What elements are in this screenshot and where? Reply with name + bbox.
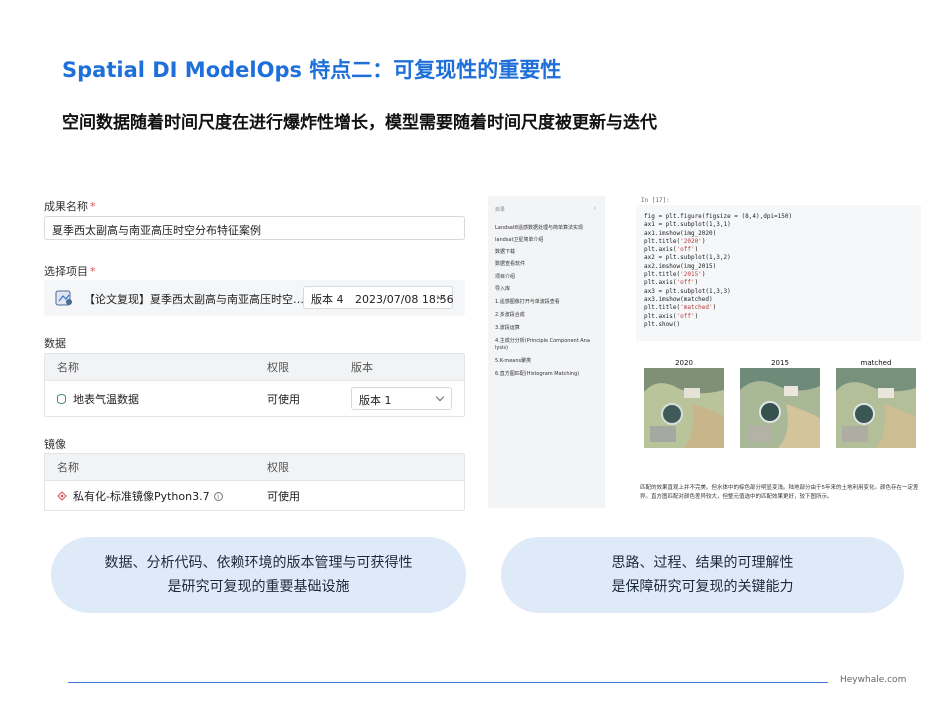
code-line: fig = plt.figure(figsize = (8,4),dpi=150… [644,213,793,220]
project-selector[interactable]: 【论文复现】夏季西太副高与南亚高压时空分布特征案例 版本 4 2023/07/0… [44,280,465,316]
toc-item[interactable]: 项目介绍 [495,273,515,280]
toc-header: 目录 [495,207,506,213]
callout-right-line2: 是保障研究可复现的关键能力 [611,579,794,595]
toc-item[interactable]: lysis) [495,345,508,351]
info-icon[interactable]: i [213,492,223,501]
callout-left-line2: 是研究可复现的重要基础设施 [167,579,350,595]
toc-item[interactable]: 2.多波段合成 [495,311,525,318]
toc-item[interactable]: 1.遥感图像打开与单波段查看 [495,298,560,305]
satellite-image-2015 [740,368,820,448]
toc-item[interactable]: Landsat8遥感数据处理与简单算法实现 [495,224,583,231]
output-note: 匹配的效果直观上并不完美。但水体中的棕色部分明显变浅。陆地部分由于5年来的土地利… [640,485,919,500]
code-cell[interactable]: fig = plt.figure(figsize = (8,4),dpi=150… [636,205,921,341]
code-line: plt.axis('off') [644,246,699,254]
project-file-icon [55,290,72,306]
data-section-label: 数据 [44,337,66,350]
toc-item[interactable]: 4.主成分分析(Principle Component Ana [495,337,590,344]
python-icon [57,491,67,501]
code-line: ax2.imshow(img_2015) [644,262,717,270]
code-line: plt.title('2020') [644,237,706,245]
footer-brand: Heywhale.com [840,675,907,685]
table-row: 地表气温数据 可使用 版本 1 [45,380,464,416]
code-line: plt.title('2015') [644,271,706,279]
code-line: plt.show() [644,320,681,328]
toc-item[interactable]: 导入库 [495,285,510,292]
data-table: 名称 权限 版本 地表气温数据 可使用 版本 1 [44,353,465,417]
image-section-label: 镜像 [44,438,66,451]
image-permission: 可使用 [267,489,300,503]
project-version-select[interactable]: 版本 4 2023/07/08 18:56 [303,286,454,309]
data-permission: 可使用 [267,392,300,406]
code-line: ax1 = plt.subplot(1,3,1) [644,221,731,229]
callout-right-line1: 思路、过程、结果的可理解性 [611,555,794,571]
callout-right: 思路、过程、结果的可理解性 是保障研究可复现的关键能力 [501,537,904,613]
column-header: 名称 [57,461,79,474]
result-name-input[interactable]: 夏季西太副高与南亚高压时空分布特征案例 [44,216,465,240]
toc-item[interactable]: 数据查看软件 [495,260,525,267]
toc-item[interactable]: 6.直方图匹配(Histogram Matching) [495,370,579,377]
column-header: 权限 [267,461,289,474]
data-version: 版本 1 [359,394,392,407]
project-name: 【论文复现】夏季西太副高与南亚高压时空分布特征案例 [84,293,306,306]
output-title: 2015 [771,359,789,367]
code-line: ax3 = plt.subplot(1,3,3) [644,287,731,295]
table-header: 名称 权限 版本 [45,354,464,380]
project-label: 选择项目 * [44,265,96,278]
toc-item[interactable]: 5.K-means聚类 [495,357,531,364]
data-name: 地表气温数据 [73,392,139,406]
image-table: 名称 权限 私有化-标准镜像Python3.7 i 可使用 [44,453,465,511]
satellite-image-matched [836,368,916,448]
code-line: plt.axis('off') [644,312,699,320]
code-line: plt.title('matched') [644,304,717,312]
satellite-image-2020 [644,368,724,448]
code-line: ax3.imshow(matched) [644,295,713,303]
data-version-select[interactable]: 版本 1 [351,387,452,410]
callout-left: 数据、分析代码、依赖环境的版本管理与可获得性 是研究可复现的重要基础设施 [51,537,466,613]
slide-subtitle: 空间数据随着时间尺度在进行爆炸性增长，模型需要随着时间尺度被更新与迭代 [62,113,657,133]
output-title: matched [860,359,892,367]
output-title: 2020 [675,359,693,367]
toc-item[interactable]: 3.波段运算 [495,324,520,331]
footer-divider [68,682,828,683]
toc-item[interactable]: 数据下载 [495,248,515,255]
notebook-toc: 目录 ‹ Landsat8遥感数据处理与简单算法实现 landsat卫星简单介绍… [488,196,605,508]
code-line: ax1.imshow(img_2020) [644,229,717,237]
column-header: 权限 [267,361,289,374]
code-line: plt.axis('off') [644,279,699,287]
callout-left-line1: 数据、分析代码、依赖环境的版本管理与可获得性 [104,555,413,571]
table-header: 名称 权限 [45,454,464,480]
table-row: 私有化-标准镜像Python3.7 i 可使用 [45,480,464,510]
column-header: 名称 [57,361,79,374]
database-icon [57,394,66,404]
image-name: 私有化-标准镜像Python3.7 i [73,488,223,504]
collapse-icon[interactable]: ‹ [594,205,596,212]
project-version: 版本 4 [311,293,344,306]
result-name-label: 成果名称 * [44,200,96,213]
required-mark: * [90,200,96,213]
chevron-down-icon [435,392,445,402]
code-line: ax2 = plt.subplot(1,3,2) [644,254,731,262]
column-header: 版本 [351,361,373,374]
cell-prompt: In [17]: [641,197,670,204]
toc-item[interactable]: landsat卫星简单介绍 [495,236,543,243]
required-mark: * [90,265,96,278]
slide-title: Spatial DI ModelOps 特点二：可复现性的重要性 [62,58,562,82]
